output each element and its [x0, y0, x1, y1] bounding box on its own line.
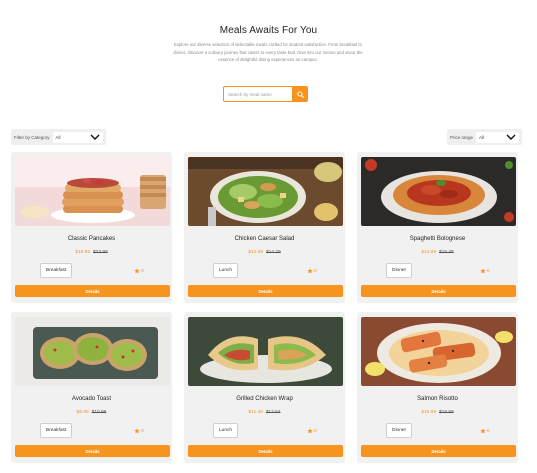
meal-price: $11.49 $12.64 — [184, 410, 345, 415]
star-icon — [134, 268, 140, 274]
meal-image-pancakes — [15, 157, 170, 226]
meal-name: Grilled Chicken Wrap — [236, 396, 293, 402]
meal-price: $16.99 $18.69 — [357, 410, 518, 415]
meal-card: Chicken Caesar Salad $12.99 $14.29 Lunch … — [184, 152, 345, 303]
meal-old-price: $23.99 — [93, 250, 108, 255]
meal-current-price: $16.99 — [421, 410, 436, 415]
price-select[interactable]: All — [476, 131, 519, 143]
meal-rating: 0 — [134, 268, 144, 274]
meal-image-avocado-toast — [15, 317, 170, 386]
search-icon — [296, 90, 304, 98]
meal-category-badge: Dinner — [386, 423, 413, 438]
meal-category-badge: Dinner — [386, 263, 413, 278]
price-filter-label: Price range — [450, 134, 474, 140]
meal-rating: 0 — [480, 268, 490, 274]
meal-card: Classic Pancakes $19.99 $23.99 Breakfast … — [11, 152, 172, 303]
meal-old-price: $14.29 — [266, 250, 281, 255]
meal-rating-value: 0 — [314, 268, 317, 274]
meal-current-price: $12.99 — [248, 250, 263, 255]
meal-card: Salmon Risotto $16.99 $18.69 Dinner 0 Det… — [357, 312, 518, 463]
star-icon — [480, 268, 486, 274]
meal-rating-value: 0 — [141, 268, 144, 274]
category-filter: Filter by Category All — [11, 129, 106, 145]
details-button[interactable]: Details — [188, 445, 343, 457]
page-title: Meals Awaits For You — [219, 25, 318, 36]
meal-rating: 0 — [307, 428, 317, 434]
page-subtitle: Explore our diverse selection of delecta… — [173, 42, 363, 63]
meal-name: Chicken Caesar Salad — [234, 236, 295, 242]
meal-name: Spaghetti Bolognese — [409, 236, 466, 242]
meal-current-price: $8.99 — [76, 410, 89, 415]
meal-image-chicken-wrap — [188, 317, 343, 386]
meal-card: Grilled Chicken Wrap $11.49 $12.64 Lunch … — [184, 312, 345, 463]
meal-old-price: $10.99 — [91, 410, 107, 415]
category-select[interactable]: All — [52, 131, 103, 143]
meal-current-price: $11.49 — [248, 410, 263, 415]
meal-rating-value: 0 — [487, 268, 490, 274]
meal-rating: 0 — [134, 428, 144, 434]
star-icon — [307, 428, 313, 434]
meal-current-price: $14.99 — [421, 250, 436, 255]
meal-price: $14.99 $16.49 — [357, 250, 518, 255]
category-filter-label: Filter by Category — [14, 134, 50, 140]
search-bar — [223, 86, 308, 102]
star-icon — [480, 428, 486, 434]
meal-current-price: $19.99 — [75, 250, 90, 255]
meal-image-salmon-risotto — [361, 317, 516, 386]
star-icon — [134, 428, 140, 434]
details-button[interactable]: Details — [15, 445, 170, 457]
meal-old-price: $12.64 — [265, 410, 281, 415]
meal-card: Avocado Toast $8.99 $10.99 Breakfast 0 De… — [11, 312, 172, 463]
details-button[interactable]: Details — [361, 285, 516, 297]
meal-category-badge: Lunch — [213, 423, 239, 438]
details-button[interactable]: Details — [15, 285, 170, 297]
meal-rating: 0 — [480, 428, 490, 434]
details-button[interactable]: Details — [188, 285, 343, 297]
meal-rating-value: 0 — [314, 428, 317, 434]
meal-rating: 0 — [307, 268, 317, 274]
price-filter: Price range All — [447, 129, 522, 145]
details-button[interactable]: Details — [361, 445, 516, 457]
meal-image-spaghetti — [361, 157, 516, 226]
meal-category-badge: Lunch — [213, 263, 239, 278]
meal-category-badge: Breakfast — [40, 423, 73, 438]
meal-old-price: $16.49 — [439, 250, 454, 255]
meal-rating-value: 0 — [141, 428, 144, 434]
meal-name: Avocado Toast — [71, 396, 112, 402]
meal-price: $12.99 $14.29 — [184, 250, 345, 255]
meal-category-badge: Breakfast — [40, 263, 73, 278]
meal-price: $19.99 $23.99 — [11, 250, 172, 255]
meal-name: Salmon Risotto — [417, 396, 458, 402]
category-select-value: All — [55, 134, 61, 140]
chevron-down-icon — [506, 134, 516, 140]
price-select-value: All — [479, 134, 485, 140]
meal-price: $8.99 $10.99 — [11, 410, 172, 415]
meal-rating-value: 0 — [487, 428, 490, 434]
search-button[interactable] — [292, 86, 308, 102]
meal-name: Classic Pancakes — [67, 236, 116, 242]
meal-old-price: $18.69 — [439, 410, 454, 415]
search-input[interactable] — [223, 86, 292, 102]
star-icon — [307, 268, 313, 274]
meal-card: Spaghetti Bolognese $14.99 $16.49 Dinner … — [357, 152, 518, 303]
chevron-down-icon — [90, 134, 100, 140]
meal-image-caesar-salad — [188, 157, 343, 226]
